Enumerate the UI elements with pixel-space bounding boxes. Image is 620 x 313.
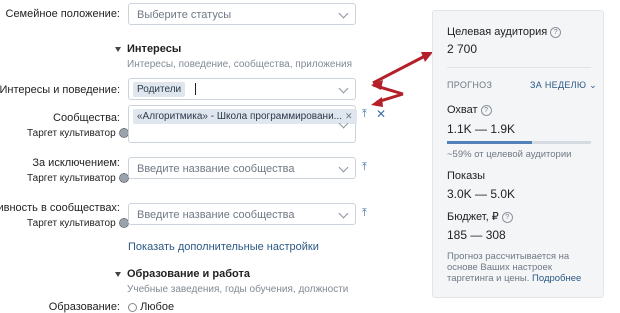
activity-placeholder: Введите название сообщества [137,209,295,221]
help-icon[interactable]: ? [480,104,492,116]
community-tag[interactable]: «Алгоритмика» - Школа программировани...… [133,109,357,124]
chevron-down-icon [338,83,349,94]
chevron-down-icon [338,162,349,173]
collapse-triangle-icon[interactable] [115,47,121,52]
education-value-label: Любое [140,301,175,313]
education-value[interactable]: Любое [128,301,174,313]
communities-label: Сообщества: [53,112,120,124]
exclusions-label: За исключением: [32,157,120,169]
budget-label: Бюджет, ₽? [447,210,513,223]
activity-sublabel: Таргет культиватор [27,218,129,229]
activity-input[interactable]: Введите название сообщества [128,203,356,225]
exclusions-placeholder: Введите название сообщества [137,163,295,175]
arrow-line [372,54,426,85]
reach-value: 1.1K — 1.9K [447,122,516,136]
radio-icon[interactable] [128,302,137,312]
community-tag-label: «Алгоритмика» - Школа программировани... [137,111,342,122]
remove-tag-icon[interactable]: ✕ [345,111,353,121]
activity-label: Активность в сообществах: [0,202,120,214]
communities-sublabel: Таргет культиватор [27,128,129,139]
education-label: Образование: [48,301,120,313]
interests-input[interactable]: Родители [128,78,356,100]
reach-progress-bar [447,141,591,144]
interest-tag-label: Родители [137,84,182,95]
forecast-panel: Целевая аудитория? 2 700 ПРОГНОЗ ЗА НЕДЕ… [432,10,604,298]
interests-section-desc: Интересы, поведение, сообщества, приложе… [127,59,353,70]
exclusions-input[interactable]: Введите название сообщества [128,157,356,179]
forecast-note: Прогноз рассчитывается на основе Ваших н… [447,251,582,284]
marital-status-select[interactable]: Выберите статусы [128,3,356,25]
chevron-down-icon [338,8,349,19]
education-section-title[interactable]: Образование и работа [127,268,250,280]
reach-share-text: ~59% от целевой аудитории [447,149,572,160]
more-info-link[interactable]: Подробнее [532,273,581,284]
impressions-label: Показы [447,170,486,182]
interest-tag[interactable]: Родители [133,82,186,97]
upload-icon[interactable]: ⤒ [362,108,367,121]
period-dropdown[interactable]: ЗА НЕДЕЛЮ ⌄ [530,80,597,91]
period-label: ЗА НЕДЕЛЮ [530,80,587,90]
upload-icon[interactable]: ⤒ [362,207,367,220]
upload-icon[interactable]: ⤒ [362,161,367,174]
divider [447,67,591,68]
communities-input[interactable]: «Алгоритмика» - Школа программировани...… [128,105,357,143]
close-icon[interactable]: ✕ [376,107,386,121]
collapse-triangle-icon[interactable] [115,272,121,277]
audience-value: 2 700 [447,42,478,56]
interests-label: Интересы и поведение: [0,84,120,96]
arrow-head [371,97,383,107]
text-cursor [195,83,196,95]
impressions-value: 3.0K — 5.0K [447,187,516,201]
reach-label: Охват? [447,104,492,116]
chevron-down-icon: ⌄ [589,80,597,90]
marital-status-label: Семейное положение: [5,8,121,20]
exclusions-sublabel: Таргет культиватор [27,173,129,184]
help-icon[interactable]: ? [501,211,513,223]
forecast-label: ПРОГНОЗ [447,80,493,90]
education-section-desc: Учебные заведения, годы обучения, должно… [127,284,349,295]
chevron-down-icon [338,208,349,219]
budget-value: 185 — 308 [447,228,506,242]
help-icon[interactable]: ? [550,26,562,38]
reach-progress-fill [447,141,532,144]
interests-section-title[interactable]: Интересы [127,43,181,55]
more-settings-link[interactable]: Показать дополнительные настройки [128,241,319,253]
audience-label: Целевая аудитория? [447,26,562,38]
marital-status-placeholder: Выберите статусы [137,9,232,21]
